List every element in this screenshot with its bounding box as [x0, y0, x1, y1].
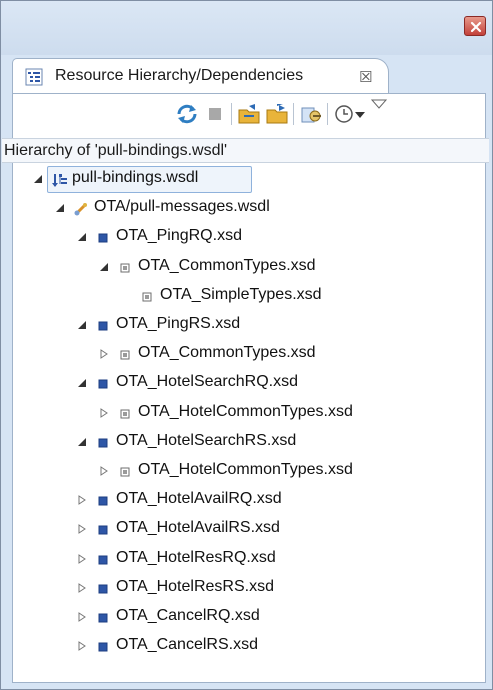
collapsed-toggle-icon[interactable] — [76, 639, 88, 653]
tree-item[interactable]: OTA_SimpleTypes.xsd — [13, 283, 483, 311]
tab-resource-hierarchy[interactable]: Resource Hierarchy/Dependencies ☒ — [12, 58, 389, 94]
window-close-button[interactable] — [464, 16, 486, 36]
tree-item-label: OTA_HotelCommonTypes.xsd — [138, 461, 353, 478]
xsd-blue-icon — [98, 525, 108, 535]
xsd-grey-icon — [142, 292, 152, 302]
tree-item[interactable]: OTA_HotelResRQ.xsd — [13, 546, 483, 574]
resource-hierarchy-window: Resource Hierarchy/Dependencies ☒ Hierar… — [0, 0, 493, 690]
tree-item-label: OTA_CommonTypes.xsd — [138, 344, 316, 362]
hierarchy-view-icon — [25, 68, 43, 86]
expanded-toggle-icon[interactable] — [76, 230, 88, 244]
tree-item[interactable]: OTA_HotelAvailRQ.xsd — [13, 487, 483, 515]
tree-item[interactable]: OTA_PingRS.xsd — [13, 312, 483, 340]
xsd-grey-icon — [120, 350, 130, 360]
expanded-toggle-icon[interactable] — [54, 201, 66, 215]
configure-icon[interactable] — [299, 102, 323, 126]
expanded-toggle-icon[interactable] — [32, 172, 44, 186]
title-bar — [1, 1, 492, 55]
tree-item[interactable]: OTA_CancelRS.xsd — [13, 633, 483, 661]
xsd-blue-icon — [98, 321, 108, 331]
toolbar-separator — [293, 103, 294, 125]
hierarchy-tree: pull-bindings.wsdl OTA/pull-messages.wsdl… — [13, 163, 485, 681]
tree-item[interactable]: pull-bindings.wsdl — [13, 166, 483, 194]
root-hierarchy-icon — [52, 174, 67, 187]
stop-icon[interactable] — [203, 102, 227, 126]
collapsed-toggle-icon[interactable] — [98, 464, 110, 478]
tree-item[interactable]: OTA_HotelCommonTypes.xsd — [13, 400, 483, 428]
expanded-toggle-icon[interactable] — [98, 260, 110, 274]
toolbar-separator — [231, 103, 232, 125]
xsd-blue-icon — [98, 379, 108, 389]
tree-item[interactable]: OTA_CommonTypes.xsd — [13, 341, 483, 369]
history-dropdown-icon[interactable] — [353, 102, 367, 126]
refresh-icon[interactable] — [175, 102, 199, 126]
tab-title: Resource Hierarchy/Dependencies — [55, 67, 304, 84]
toolbar-separator — [327, 103, 328, 125]
tree-item-label: OTA_PingRS.xsd — [116, 315, 241, 332]
tree-item[interactable]: OTA_HotelAvailRS.xsd — [13, 516, 483, 544]
tree-item[interactable]: OTA_CancelRQ.xsd — [13, 604, 483, 632]
xsd-blue-icon — [98, 496, 108, 506]
tree-item-label: OTA_PingRQ.xsd — [116, 227, 242, 245]
collapsed-toggle-icon[interactable] — [98, 347, 110, 361]
xsd-blue-icon — [98, 233, 108, 243]
xsd-grey-icon — [120, 409, 130, 419]
tab-close-icon[interactable]: ☒ — [359, 68, 372, 86]
tree-item-label: pull-bindings.wsdl — [72, 169, 199, 186]
hierarchy-header: Hierarchy of 'pull-bindings.wsdl' — [2, 138, 489, 163]
hierarchy-icon[interactable] — [237, 102, 261, 126]
collapsed-toggle-icon[interactable] — [76, 581, 88, 595]
tree-item-label: OTA_HotelResRS.xsd — [116, 577, 274, 595]
collapsed-toggle-icon[interactable] — [98, 406, 110, 420]
tree-item[interactable]: OTA_HotelResRS.xsd — [13, 575, 483, 603]
hierarchy-panel: Hierarchy of 'pull-bindings.wsdl' pull-b… — [2, 93, 489, 683]
tree-item[interactable]: OTA_CommonTypes.xsd — [13, 254, 483, 282]
tree-item[interactable]: OTA_HotelCommonTypes.xsd — [13, 458, 483, 486]
expanded-toggle-icon[interactable] — [76, 435, 88, 449]
tree-item-label: OTA/pull-messages.wsdl — [94, 198, 270, 216]
tree-item-label: OTA_HotelAvailRS.xsd — [116, 519, 280, 537]
tree-item-label: OTA_HotelSearchRQ.xsd — [116, 373, 298, 391]
tree-item-label: OTA_CancelRS.xsd — [116, 636, 258, 654]
wsdl-icon — [74, 203, 88, 216]
view-menu-icon[interactable] — [371, 98, 387, 112]
dependencies-icon[interactable] — [265, 102, 289, 126]
xsd-grey-icon — [120, 467, 130, 477]
collapsed-toggle-icon[interactable] — [76, 522, 88, 536]
tree-item-label: OTA_HotelResRQ.xsd — [116, 548, 276, 566]
toolbar — [13, 94, 485, 140]
xsd-grey-icon — [120, 263, 130, 273]
expanded-toggle-icon[interactable] — [76, 376, 88, 390]
collapsed-toggle-icon[interactable] — [76, 610, 88, 624]
tree-item-label: OTA_HotelAvailRQ.xsd — [116, 490, 282, 508]
close-icon — [470, 21, 482, 33]
collapsed-toggle-icon[interactable] — [76, 493, 88, 507]
expanded-toggle-icon[interactable] — [76, 318, 88, 332]
tree-item-label: OTA_CommonTypes.xsd — [138, 256, 316, 274]
tree-item-label: OTA_SimpleTypes.xsd — [160, 285, 322, 303]
tree-item[interactable]: OTA_PingRQ.xsd — [13, 224, 483, 252]
tree-item[interactable]: OTA_HotelSearchRS.xsd — [13, 429, 483, 457]
tree-item-label: OTA_HotelSearchRS.xsd — [116, 431, 297, 449]
xsd-blue-icon — [98, 438, 108, 448]
tree-item[interactable]: OTA_HotelSearchRQ.xsd — [13, 370, 483, 398]
xsd-blue-icon — [98, 642, 108, 652]
xsd-blue-icon — [98, 584, 108, 594]
tree-item[interactable]: OTA/pull-messages.wsdl — [13, 195, 483, 223]
xsd-blue-icon — [98, 613, 108, 623]
tree-item-label: OTA_HotelCommonTypes.xsd — [138, 402, 353, 420]
xsd-blue-icon — [98, 555, 108, 565]
collapsed-toggle-icon[interactable] — [76, 552, 88, 566]
tree-item-label: OTA_CancelRQ.xsd — [116, 607, 260, 624]
